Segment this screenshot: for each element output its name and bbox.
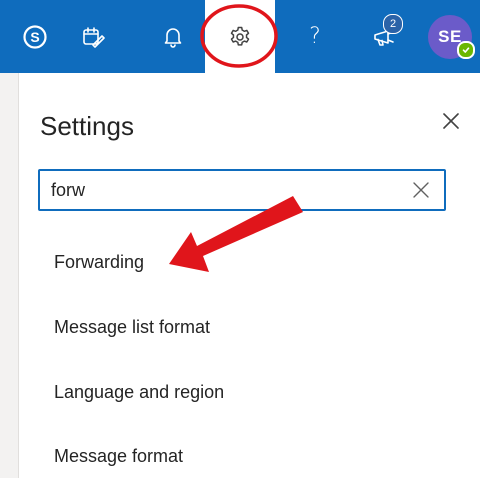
help-icon: ?	[309, 24, 321, 49]
notifications-button[interactable]	[138, 0, 208, 73]
close-icon	[443, 113, 459, 129]
feedback-button[interactable]: 2	[350, 0, 420, 73]
todo-button[interactable]	[58, 0, 128, 73]
svg-text:S: S	[30, 29, 39, 45]
search-result-language-and-region[interactable]: Language and region	[54, 382, 224, 403]
close-button[interactable]	[437, 107, 465, 135]
todo-icon	[83, 26, 105, 48]
top-bar: S ? 2 SE	[0, 0, 480, 73]
search-result-forwarding[interactable]: Forwarding	[54, 252, 144, 273]
search-result-message-list-format[interactable]: Message list format	[54, 317, 210, 338]
clear-search-button[interactable]	[410, 179, 432, 201]
skype-icon: S	[23, 24, 47, 49]
bell-icon	[164, 27, 182, 48]
left-gutter	[0, 73, 19, 478]
help-button[interactable]: ?	[280, 0, 350, 73]
settings-search-box[interactable]	[38, 169, 446, 211]
settings-panel: Settings Forwarding Message list format …	[19, 73, 480, 478]
notification-badge: 2	[383, 14, 403, 34]
account-button[interactable]: SE	[415, 0, 480, 73]
gear-icon	[230, 26, 250, 46]
clear-icon	[413, 182, 429, 198]
panel-title: Settings	[40, 111, 134, 141]
presence-available-icon	[457, 40, 475, 59]
avatar: SE	[428, 14, 475, 59]
settings-search-input[interactable]	[51, 175, 391, 205]
page: S ? 2 SE Settings forw Forwarding Messag…	[0, 0, 480, 478]
settings-button[interactable]	[205, 0, 275, 73]
search-result-message-format[interactable]: Message format	[54, 446, 183, 467]
